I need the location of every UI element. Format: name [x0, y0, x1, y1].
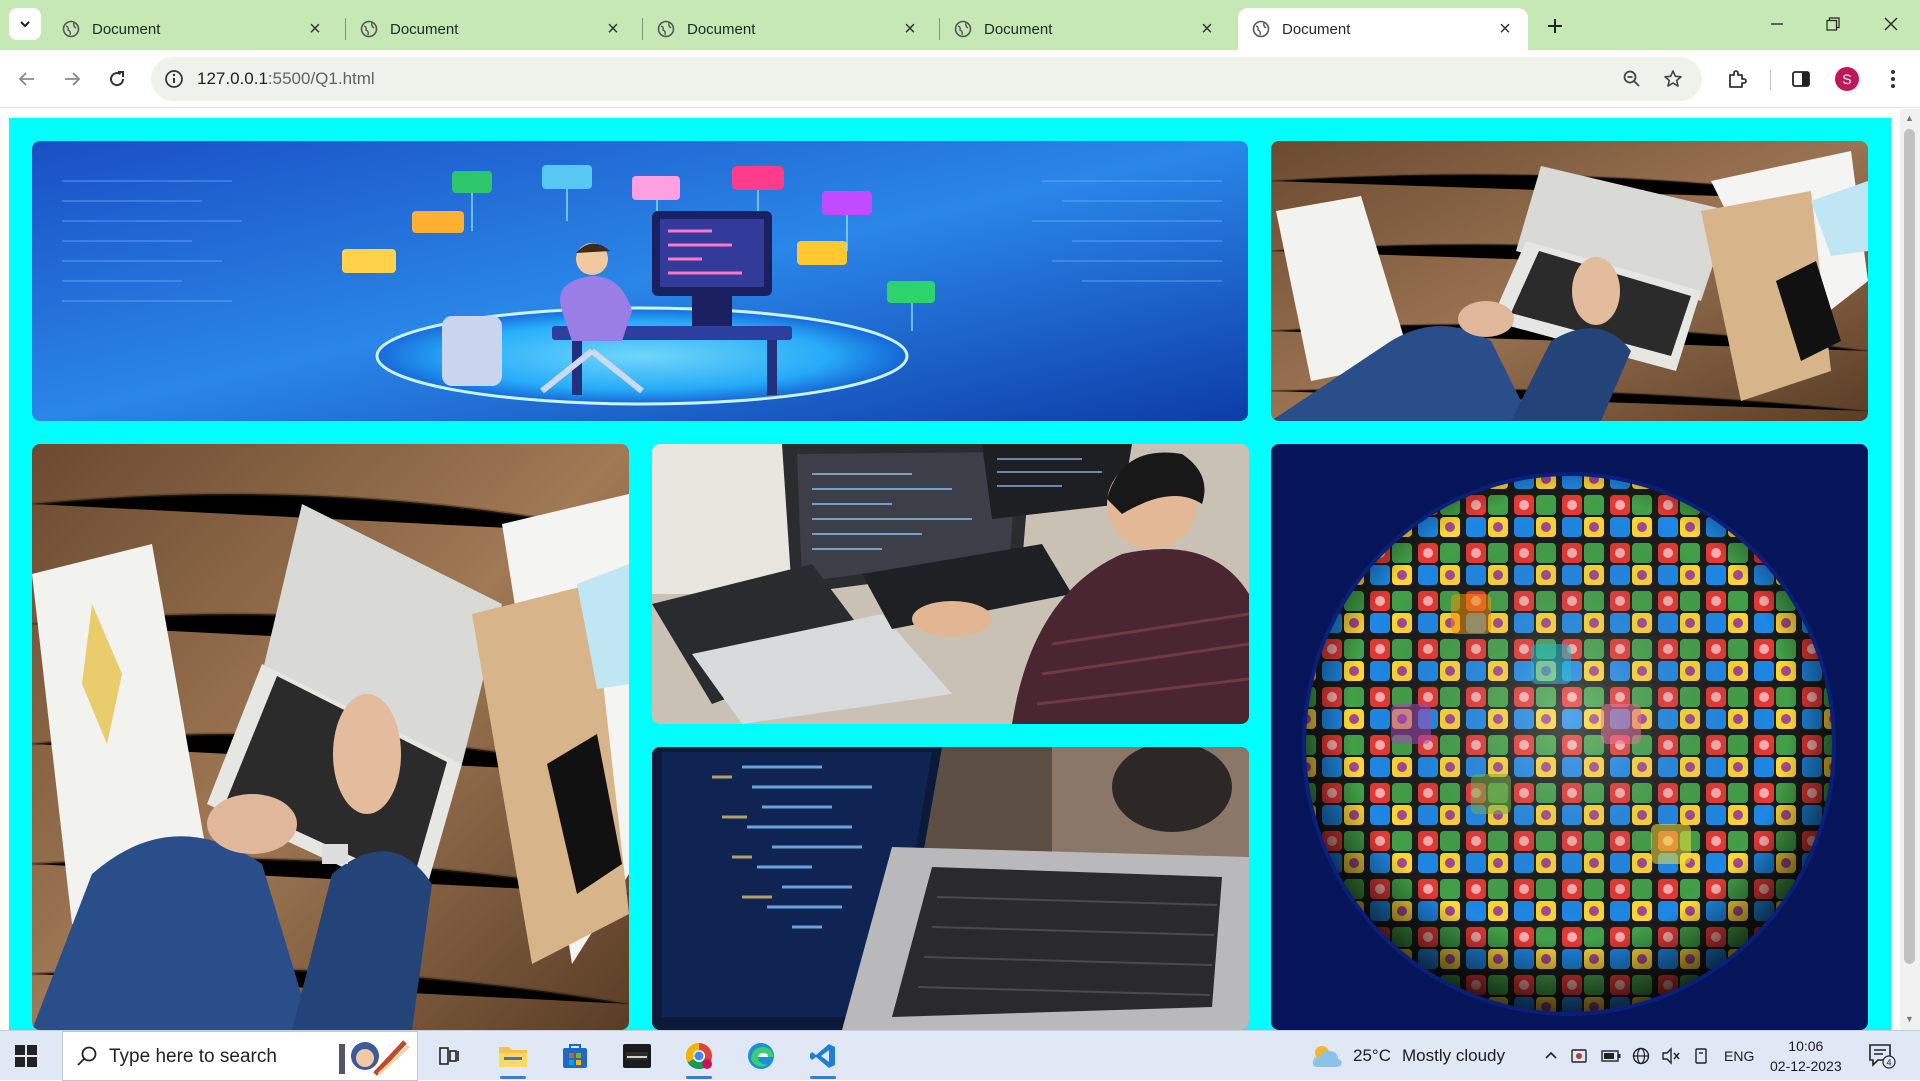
close-tab-icon[interactable]: × — [1196, 18, 1218, 40]
tab-title: Document — [92, 20, 161, 38]
laptop-desk-top-view-tall — [32, 444, 629, 1030]
address-bar[interactable]: 127.0.0.1:5500/Q1.html — [151, 57, 1702, 101]
network-globe-icon[interactable] — [1631, 1046, 1651, 1066]
vscode-button[interactable] — [798, 1031, 848, 1081]
programmer-at-computer — [652, 444, 1249, 724]
close-icon — [1884, 17, 1898, 31]
windows-start-icon[interactable] — [14, 1044, 38, 1068]
menu-kebab-icon[interactable] — [1878, 64, 1908, 94]
globe-icon — [62, 20, 80, 38]
search-icon — [77, 1046, 97, 1066]
meet-now-icon[interactable] — [1571, 1046, 1591, 1066]
globe-icon — [657, 20, 675, 38]
zoom-icon[interactable] — [1619, 66, 1645, 92]
arrow-left-icon — [18, 72, 34, 86]
weather-temperature[interactable]: 25°C — [1353, 1046, 1391, 1066]
battery-icon[interactable] — [1601, 1046, 1621, 1066]
notification-center-button[interactable]: 4 — [1868, 1043, 1896, 1069]
arrow-right-icon — [65, 72, 81, 86]
volume-muted-icon[interactable] — [1661, 1046, 1681, 1066]
mysql-workbench-button[interactable] — [612, 1031, 662, 1081]
restore-icon — [1826, 17, 1840, 31]
close-tab-icon[interactable]: × — [602, 18, 624, 40]
task-view-button[interactable] — [424, 1031, 474, 1081]
microsoft-store-button[interactable] — [550, 1031, 600, 1081]
weather-cloudy-icon — [1312, 1046, 1342, 1067]
tab-title: Document — [1282, 20, 1351, 38]
scrollbar-thumb[interactable] — [1904, 129, 1915, 964]
url-text[interactable]: 127.0.0.1:5500/Q1.html — [197, 69, 375, 89]
tab-title: Document — [984, 20, 1053, 38]
browser-tab-5-active[interactable]: Document × — [1238, 8, 1528, 50]
forward-button[interactable] — [55, 62, 89, 96]
file-explorer-button[interactable] — [488, 1031, 538, 1081]
globe-icon — [954, 20, 972, 38]
browser-tab-2[interactable]: Document × — [346, 8, 636, 50]
search-placeholder: Type here to search — [109, 1046, 277, 1067]
image-gallery — [9, 118, 1891, 1030]
chrome-icon — [685, 1042, 712, 1070]
browser-toolbar: 127.0.0.1:5500/Q1.html S — [0, 50, 1920, 108]
tab-title: Document — [687, 20, 756, 38]
edge-icon — [748, 1043, 774, 1069]
minimize-button[interactable] — [1754, 6, 1800, 42]
browser-tab-3[interactable]: Document × — [643, 8, 933, 50]
reload-icon — [110, 71, 125, 87]
url-host: 127.0.0.1 — [197, 69, 268, 88]
chrome-button[interactable] — [674, 1031, 724, 1081]
laptop-desk-top-view-small — [1271, 141, 1868, 421]
laptop-code-screen — [652, 747, 1249, 1030]
page-scrollbar[interactable]: ▲ ▼ — [1900, 109, 1920, 1030]
windows-taskbar: Type here to search 25°C Mostly cloudy E… — [0, 1030, 1920, 1081]
extensions-icon[interactable] — [1722, 64, 1752, 94]
page-viewport — [0, 109, 1920, 1030]
close-tab-icon[interactable]: × — [1494, 18, 1516, 40]
tab-search-button[interactable] — [9, 8, 41, 40]
minimize-icon — [1771, 23, 1783, 25]
close-tab-icon[interactable]: × — [304, 18, 326, 40]
close-tab-icon[interactable]: × — [899, 18, 921, 40]
scroll-down-arrow-icon[interactable]: ▼ — [1905, 1014, 1914, 1024]
taskbar-search-box[interactable]: Type here to search — [62, 1031, 418, 1081]
folder-icon — [499, 1047, 527, 1067]
restore-button[interactable] — [1810, 6, 1856, 42]
url-path: :5500/Q1.html — [267, 69, 375, 88]
task-view-icon — [439, 1047, 459, 1065]
clock-date: 02-12-2023 — [1770, 1058, 1842, 1074]
browser-tab-1[interactable]: Document × — [48, 8, 338, 50]
notification-icon: 4 — [1869, 1044, 1896, 1069]
profile-avatar[interactable]: S — [1835, 67, 1859, 91]
tab-strip: Document × Document × Document × Documen… — [0, 0, 1920, 50]
new-tab-button[interactable] — [1541, 12, 1569, 40]
side-panel-icon[interactable] — [1786, 64, 1816, 94]
mysql-icon — [623, 1044, 651, 1068]
taskbar-clock[interactable]: 10:06 02-12-2023 — [1770, 1036, 1842, 1076]
input-language[interactable]: ENG — [1724, 1048, 1754, 1064]
notification-count: 4 — [1886, 1058, 1891, 1068]
device-icon[interactable] — [1691, 1046, 1711, 1066]
weather-condition[interactable]: Mostly cloudy — [1402, 1046, 1505, 1066]
developer-illustration-banner — [32, 141, 1248, 421]
chevron-down-icon — [20, 21, 30, 28]
site-info-icon[interactable] — [161, 66, 187, 92]
app-icon-globe — [1271, 444, 1868, 1030]
toolbar-divider — [1770, 70, 1771, 90]
globe-icon — [360, 20, 378, 38]
globe-icon — [1252, 20, 1270, 38]
clock-time: 10:06 — [1788, 1038, 1824, 1054]
close-window-button[interactable] — [1868, 6, 1914, 42]
plus-icon — [1548, 19, 1562, 33]
tab-title: Document — [390, 20, 459, 38]
vscode-icon — [810, 1044, 835, 1068]
browser-tab-4[interactable]: Document × — [940, 8, 1230, 50]
edge-button[interactable] — [736, 1031, 786, 1081]
back-button[interactable] — [10, 62, 44, 96]
search-highlight-illustration-icon — [339, 1040, 411, 1076]
scroll-up-arrow-icon[interactable]: ▲ — [1905, 113, 1914, 123]
reload-button[interactable] — [100, 62, 134, 96]
chevron-up-icon[interactable] — [1541, 1046, 1561, 1066]
bookmark-star-icon[interactable] — [1660, 66, 1686, 92]
store-icon — [563, 1044, 587, 1068]
